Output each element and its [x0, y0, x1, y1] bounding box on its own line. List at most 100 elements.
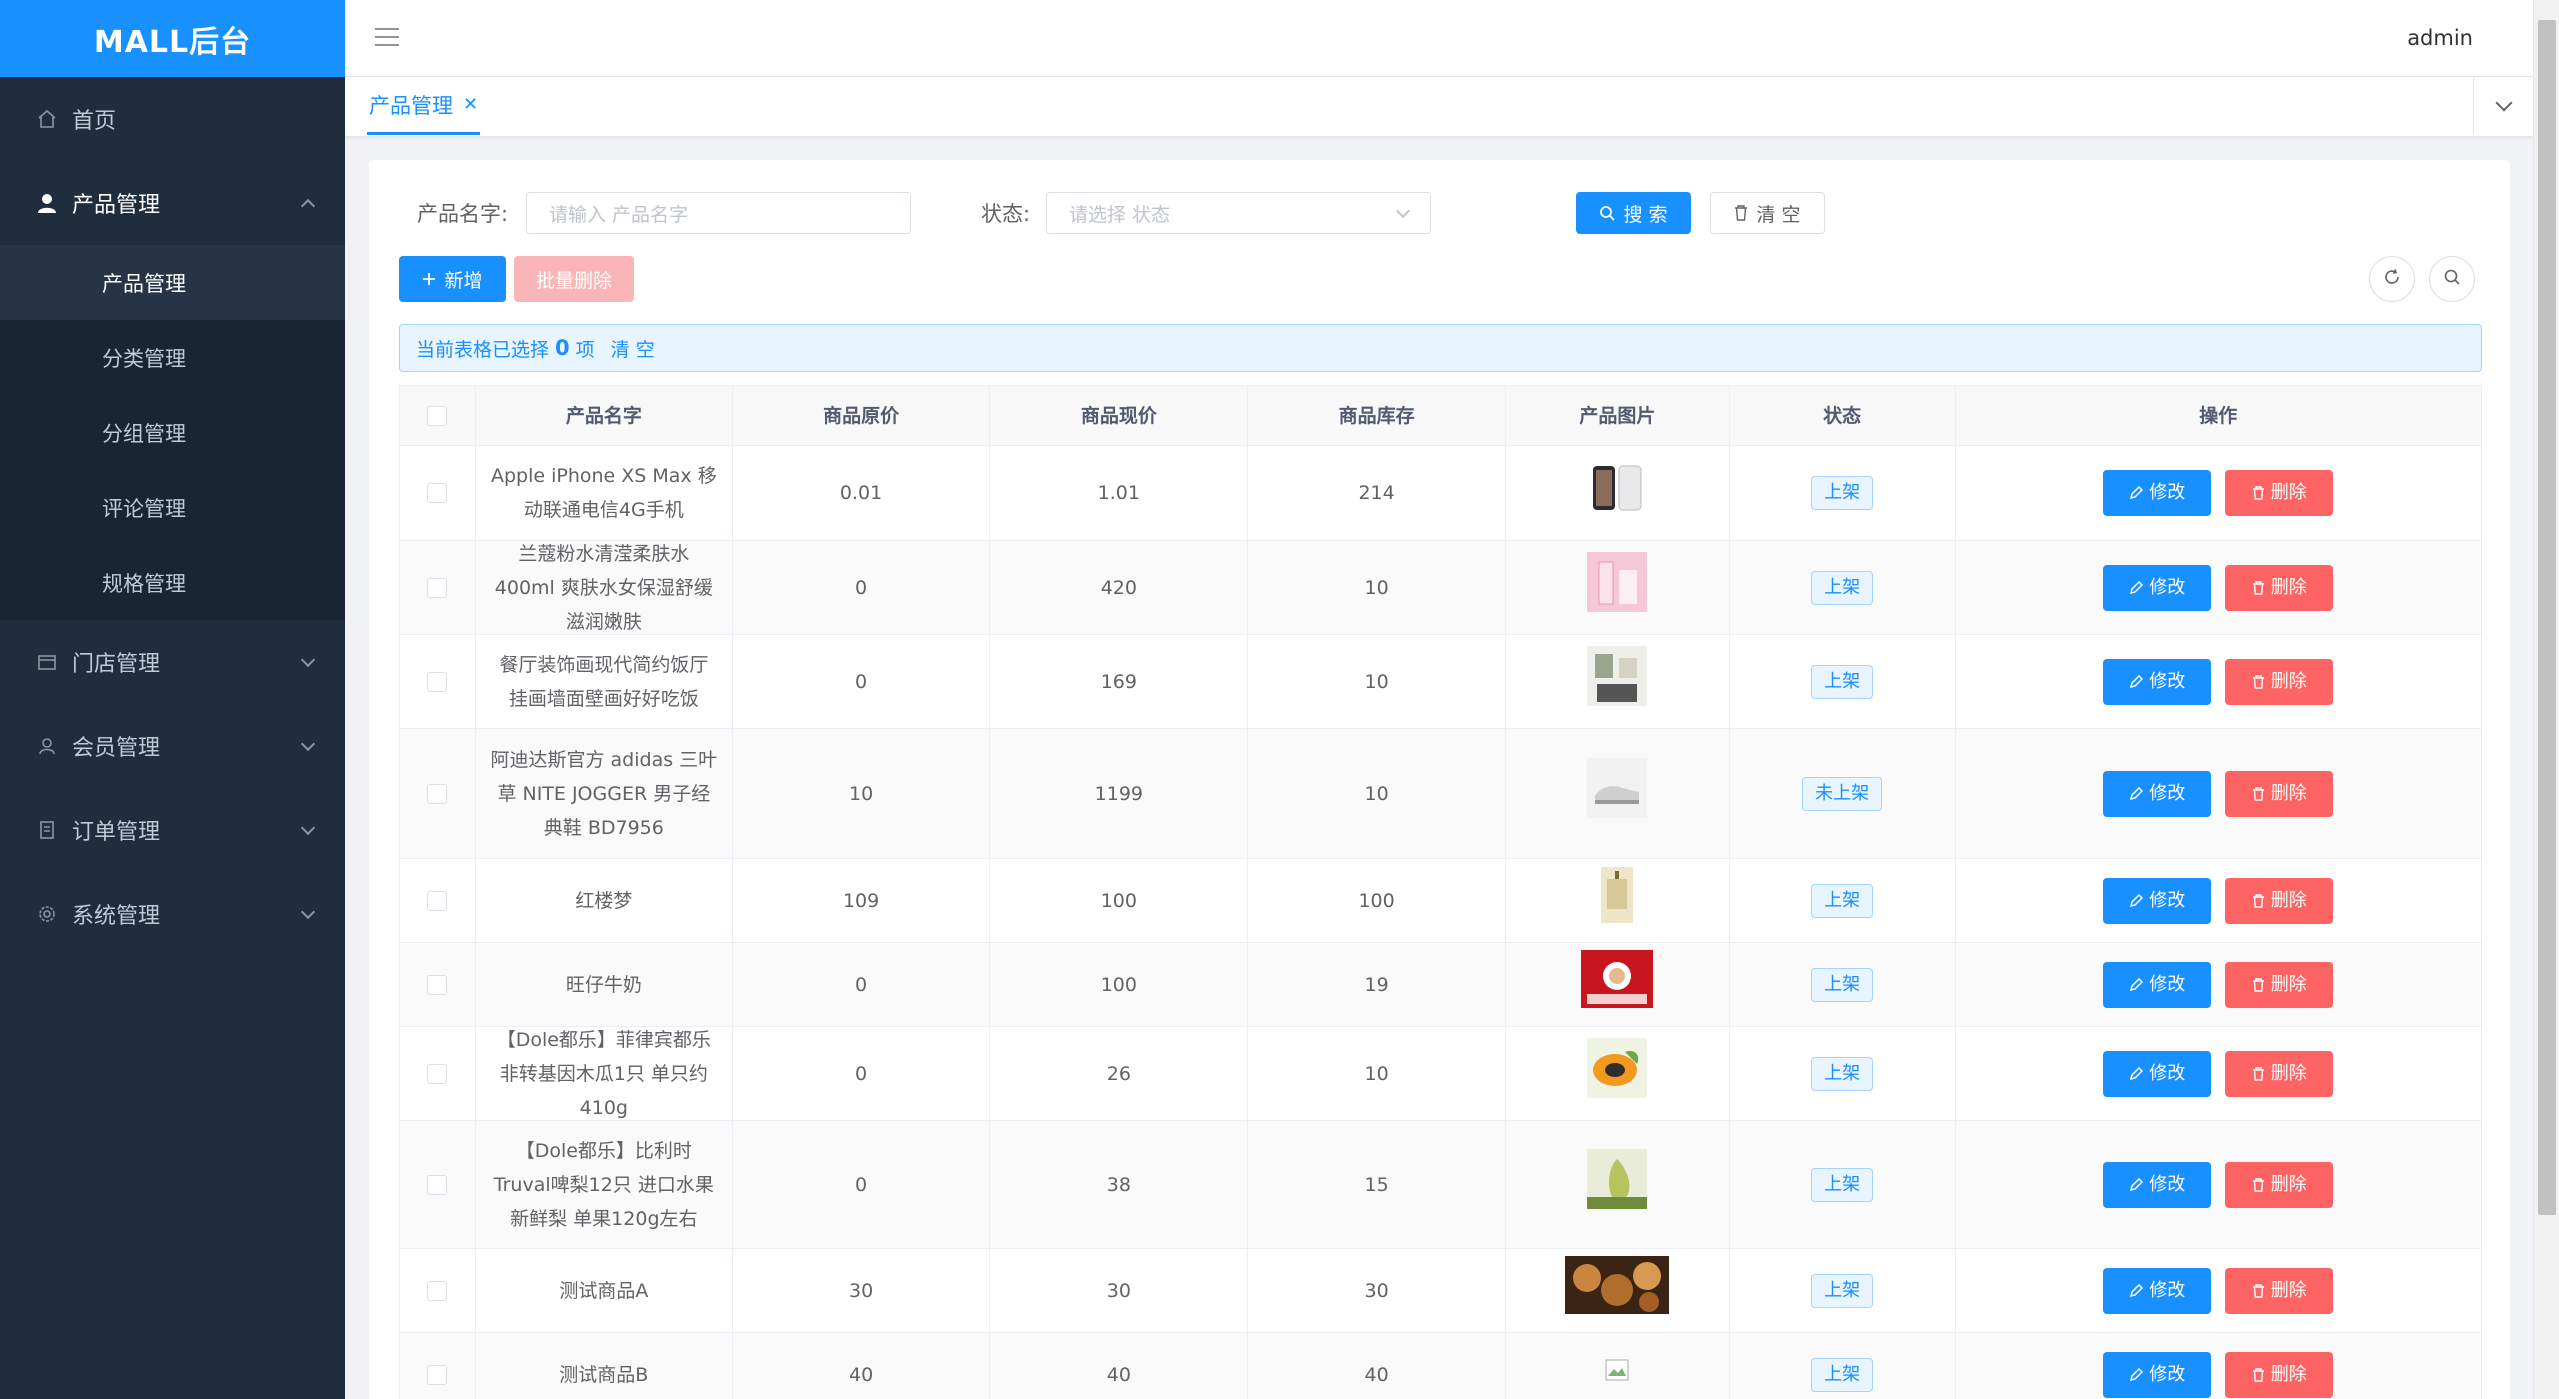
- cell-original-price: 0: [733, 1027, 991, 1120]
- product-name-input[interactable]: 请输入 产品名字: [526, 192, 911, 234]
- sidebar-item-system[interactable]: 系统管理: [0, 872, 345, 956]
- cell-product-image: [1506, 1121, 1730, 1248]
- delete-button[interactable]: 删除: [2225, 564, 2334, 611]
- delete-button[interactable]: 删除: [2225, 470, 2334, 516]
- status-badge: 上架: [1811, 664, 1874, 699]
- sidebar-subitem-comment-management[interactable]: 评论管理: [0, 470, 345, 545]
- edit-icon: [2129, 1283, 2144, 1298]
- select-all-checkbox[interactable]: [427, 405, 448, 426]
- delete-button[interactable]: 删除: [2225, 1267, 2334, 1314]
- trash-icon: [2252, 1283, 2265, 1298]
- chevron-down-icon: [300, 652, 316, 668]
- delete-button[interactable]: 删除: [2225, 961, 2334, 1008]
- row-checkbox[interactable]: [427, 1174, 448, 1195]
- cell-actions: 修改 删除: [1956, 1333, 2481, 1399]
- delete-button-label: 删除: [2270, 1173, 2307, 1195]
- product-thumbnail: [1587, 1149, 1648, 1220]
- row-checkbox[interactable]: [427, 577, 448, 598]
- trash-icon: [2252, 786, 2265, 801]
- product-thumbnail: [1565, 1256, 1670, 1325]
- cell-product-name: 【Dole都乐】比利时Truval啤梨12只 进口水果新鲜梨 单果120g左右: [476, 1121, 733, 1248]
- clear-button-label: 清 空: [1756, 203, 1801, 226]
- product-thumbnail: [1587, 758, 1648, 829]
- clear-selection-link[interactable]: 清 空: [611, 335, 655, 362]
- table-body: Apple iPhone XS Max 移动联通电信4G手机 0.01 1.01 21…: [400, 446, 2481, 1399]
- row-checkbox[interactable]: [427, 1063, 448, 1084]
- edit-button[interactable]: 修改: [2103, 564, 2212, 611]
- cell-product-image: [1506, 859, 1730, 942]
- close-icon[interactable]: ✕: [463, 94, 478, 115]
- sidebar-subitem-product-management[interactable]: 产品管理: [0, 245, 345, 320]
- sidebar-subitem-category-management[interactable]: 分类管理: [0, 320, 345, 395]
- edit-button[interactable]: 修改: [2103, 470, 2212, 516]
- status-badge: 上架: [1811, 476, 1874, 510]
- cell-actions: 修改 删除: [1956, 541, 2481, 634]
- delete-button-label: 删除: [2270, 782, 2307, 804]
- edit-button-label: 修改: [2149, 782, 2186, 804]
- products-submenu: 产品管理 分类管理 分组管理 评论管理 规格管理: [0, 245, 345, 620]
- edit-button[interactable]: 修改: [2103, 1351, 2212, 1398]
- sidebar-item-products[interactable]: 产品管理: [0, 161, 345, 245]
- edit-button[interactable]: 修改: [2103, 1161, 2212, 1208]
- hamburger-menu-icon[interactable]: [375, 28, 399, 48]
- cell-product-name: Apple iPhone XS Max 移动联通电信4G手机: [476, 446, 733, 540]
- main-card: 产品名字: 请输入 产品名字 状态: 请选择 状态 搜 索 清 空 新增 批量删…: [369, 160, 2510, 1399]
- tabs-dropdown-button[interactable]: [2473, 77, 2533, 135]
- sidebar-item-stores[interactable]: 门店管理: [0, 620, 345, 704]
- user-menu[interactable]: admin: [2407, 26, 2473, 50]
- edit-icon: [2129, 580, 2144, 595]
- tab-product-management[interactable]: 产品管理 ✕: [367, 77, 481, 135]
- table-row: 兰蔻粉水清滢柔肤水400ml 爽肤水女保湿舒缓滋润嫩肤 0 420 10 上架 修改 删除: [400, 541, 2481, 635]
- refresh-button[interactable]: [2369, 256, 2415, 302]
- row-checkbox[interactable]: [427, 1280, 448, 1301]
- search-button[interactable]: 搜 索: [1576, 192, 1691, 234]
- delete-button[interactable]: 删除: [2225, 770, 2334, 817]
- table-row: 旺仔牛奶 0 100 19 上架 修改 删除: [400, 943, 2481, 1027]
- edit-button[interactable]: 修改: [2103, 1267, 2212, 1314]
- row-checkbox[interactable]: [427, 483, 448, 503]
- order-icon: [36, 819, 58, 841]
- edit-button[interactable]: 修改: [2103, 1050, 2212, 1097]
- row-checkbox[interactable]: [427, 1364, 448, 1385]
- clear-button[interactable]: 清 空: [1710, 192, 1825, 234]
- cell-product-name: 测试商品B: [476, 1333, 733, 1399]
- edit-icon: [2129, 486, 2144, 500]
- sidebar-item-members[interactable]: 会员管理: [0, 704, 345, 788]
- page-scrollbar[interactable]: [2533, 0, 2559, 1399]
- edit-button-label: 修改: [2149, 1062, 2186, 1084]
- sidebar-item-orders[interactable]: 订单管理: [0, 788, 345, 872]
- row-checkbox[interactable]: [427, 783, 448, 804]
- cell-actions: 修改 删除: [1956, 1249, 2481, 1332]
- edit-button-label: 修改: [2149, 670, 2186, 692]
- delete-button[interactable]: 删除: [2225, 877, 2334, 924]
- delete-button[interactable]: 删除: [2225, 1351, 2334, 1398]
- edit-button[interactable]: 修改: [2103, 961, 2212, 1008]
- batch-delete-button[interactable]: 批量删除: [514, 256, 634, 302]
- status-select[interactable]: 请选择 状态: [1046, 192, 1431, 234]
- delete-button[interactable]: 删除: [2225, 1161, 2334, 1208]
- cell-status: 上架: [1730, 859, 1956, 942]
- trash-icon: [2252, 1066, 2265, 1081]
- column-header: 商品库存: [1248, 386, 1506, 445]
- cell-status: 上架: [1730, 1249, 1956, 1332]
- edit-button[interactable]: 修改: [2103, 770, 2212, 817]
- cell-status: 上架: [1730, 541, 1956, 634]
- delete-button[interactable]: 删除: [2225, 1050, 2334, 1097]
- row-checkbox[interactable]: [427, 671, 448, 692]
- toggle-search-button[interactable]: [2429, 256, 2475, 302]
- sidebar-subitem-group-management[interactable]: 分组管理: [0, 395, 345, 470]
- cell-stock: 19: [1248, 943, 1506, 1026]
- sidebar-item-home[interactable]: 首页: [0, 77, 345, 161]
- edit-button[interactable]: 修改: [2103, 658, 2212, 705]
- row-checkbox[interactable]: [427, 890, 448, 911]
- scrollbar-thumb[interactable]: [2538, 20, 2556, 1215]
- selection-count: 0: [555, 336, 570, 360]
- cell-current-price: 420: [990, 541, 1249, 634]
- delete-button-label: 删除: [2270, 576, 2307, 598]
- edit-button[interactable]: 修改: [2103, 877, 2212, 924]
- sidebar-subitem-spec-management[interactable]: 规格管理: [0, 545, 345, 620]
- add-button[interactable]: 新增: [399, 256, 506, 302]
- delete-button[interactable]: 删除: [2225, 658, 2334, 705]
- row-checkbox[interactable]: [427, 974, 448, 995]
- cell-actions: 修改 删除: [1956, 859, 2481, 942]
